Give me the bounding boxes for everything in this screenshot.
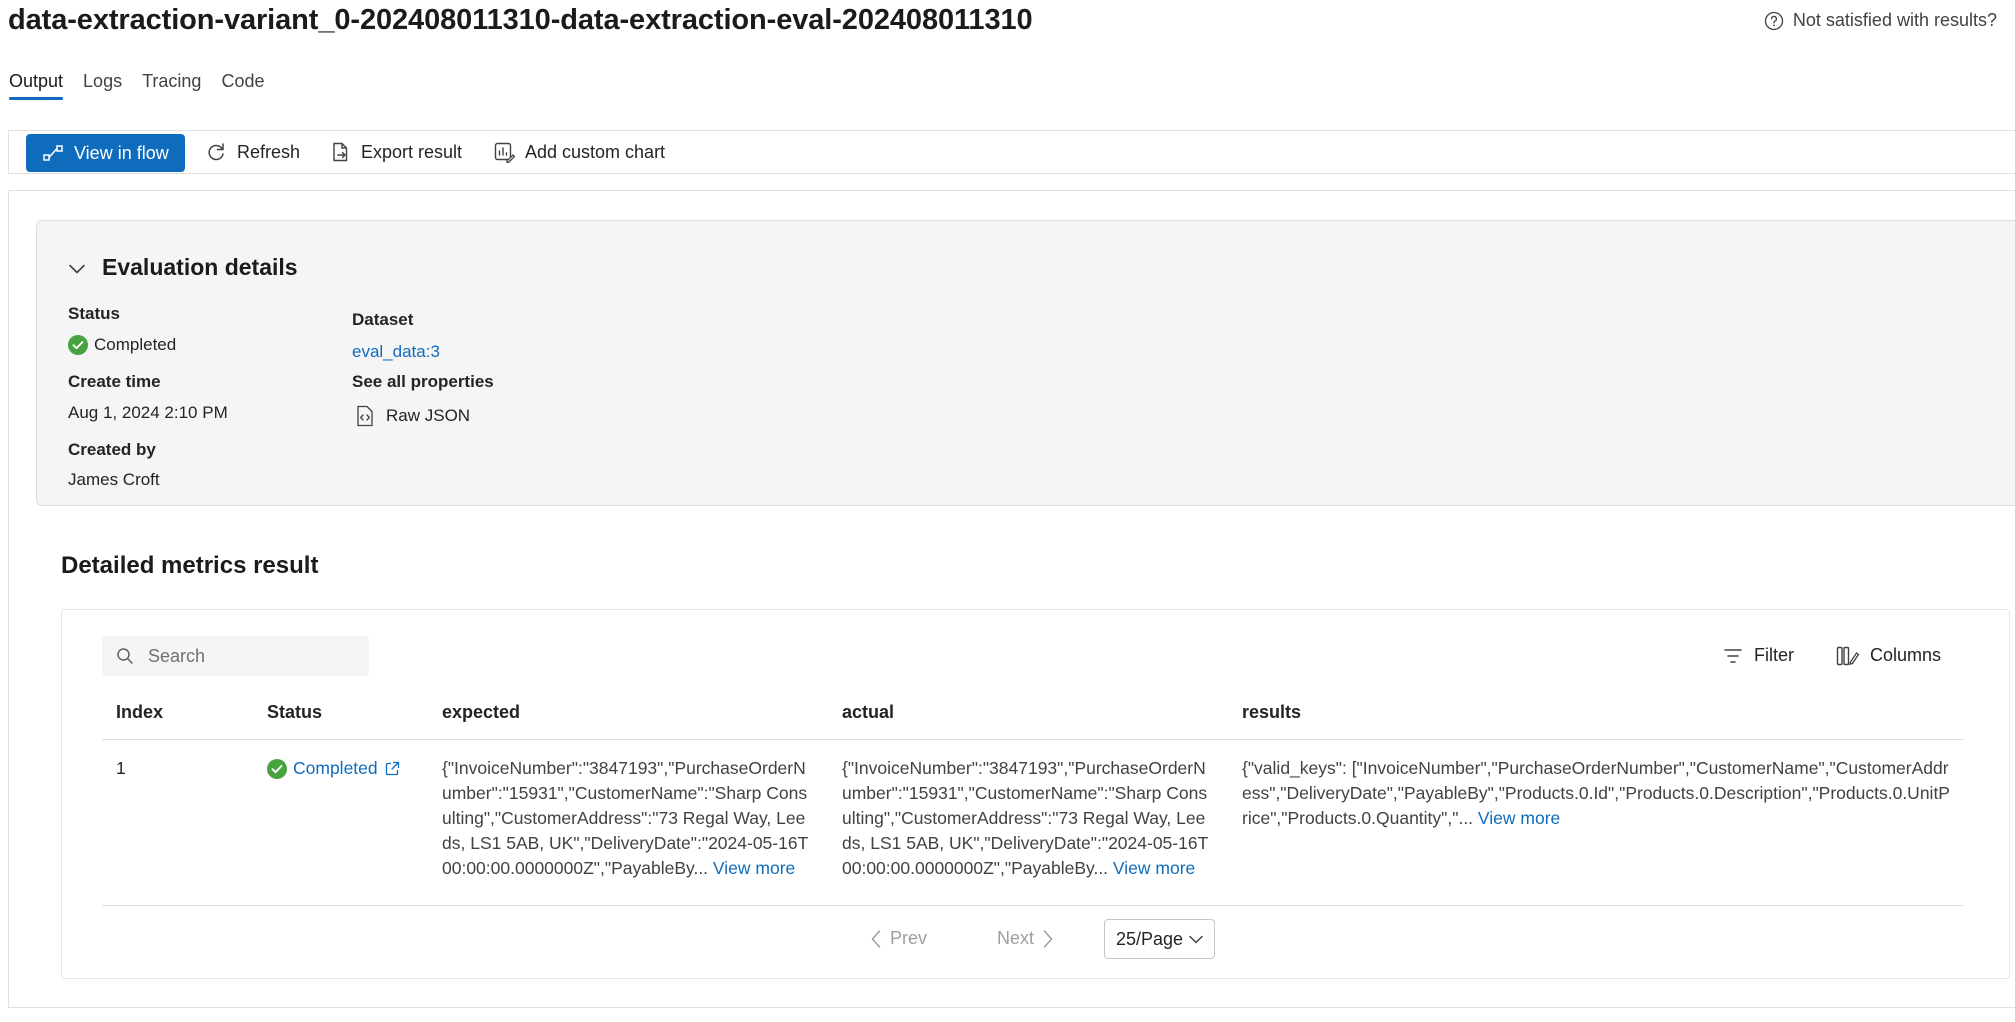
- see-all-properties-label: See all properties: [352, 372, 494, 391]
- next-label: Next: [997, 928, 1035, 948]
- tab-bar: Output Logs Tracing Code: [9, 71, 264, 100]
- column-header-index[interactable]: Index: [116, 702, 163, 723]
- columns-button[interactable]: Columns: [1836, 645, 1941, 666]
- search-icon: [116, 647, 134, 665]
- status-text: Completed: [94, 335, 177, 354]
- chevron-right-icon: [1042, 929, 1054, 949]
- metrics-title: Detailed metrics result: [61, 552, 319, 579]
- toolbar: View in flow Refresh Export result Add c…: [8, 130, 2015, 174]
- search-input[interactable]: Search: [102, 636, 369, 676]
- page-size-select[interactable]: 25/Page: [1104, 919, 1215, 959]
- row-results: {"valid_keys": ["InvoiceNumber","Purchas…: [1242, 756, 1954, 831]
- filter-icon: [1724, 648, 1742, 664]
- filter-button[interactable]: Filter: [1724, 645, 1794, 666]
- columns-edit-icon: [1836, 646, 1860, 666]
- prev-page-button[interactable]: Prev: [870, 928, 927, 949]
- check-circle-icon: [68, 335, 88, 355]
- row-divider: [102, 905, 1964, 906]
- refresh-label: Refresh: [237, 141, 301, 162]
- filter-label: Filter: [1754, 645, 1794, 665]
- view-more-link[interactable]: View more: [713, 858, 795, 878]
- view-more-link[interactable]: View more: [1113, 858, 1195, 878]
- view-in-flow-label: View in flow: [74, 142, 169, 163]
- page-size-value: 25/Page: [1116, 928, 1184, 949]
- create-time-value: Aug 1, 2024 2:10 PM: [68, 403, 228, 422]
- tab-code[interactable]: Code: [221, 71, 264, 100]
- question-circle-icon: [1764, 11, 1784, 31]
- row-expected: {"InvoiceNumber":"3847193","PurchaseOrde…: [442, 756, 814, 881]
- view-in-flow-button[interactable]: View in flow: [26, 134, 185, 172]
- chart-edit-icon: [493, 141, 515, 163]
- tab-output[interactable]: Output: [9, 71, 64, 100]
- row-actual: {"InvoiceNumber":"3847193","PurchaseOrde…: [842, 756, 1214, 881]
- search-placeholder: Search: [148, 645, 206, 666]
- export-document-icon: [329, 141, 351, 163]
- created-by-label: Created by: [68, 440, 156, 459]
- create-time-label: Create time: [68, 372, 161, 391]
- prev-label: Prev: [890, 928, 928, 948]
- flow-icon: [42, 142, 64, 164]
- raw-json-label: Raw JSON: [386, 406, 471, 425]
- raw-json-link[interactable]: Raw JSON: [356, 405, 470, 427]
- view-more-link[interactable]: View more: [1478, 808, 1560, 828]
- feedback-link[interactable]: Not satisfied with results?: [1764, 10, 1997, 31]
- chevron-down-icon: [1188, 933, 1204, 945]
- add-custom-chart-label: Add custom chart: [525, 141, 666, 162]
- evaluation-details-title[interactable]: Evaluation details: [102, 254, 298, 281]
- refresh-icon: [205, 141, 227, 163]
- column-header-expected[interactable]: expected: [442, 702, 520, 723]
- add-custom-chart-button[interactable]: Add custom chart: [493, 133, 665, 171]
- column-header-status[interactable]: Status: [267, 702, 322, 723]
- row-results-text: {"valid_keys": ["InvoiceNumber","Purchas…: [1242, 758, 1950, 828]
- open-external-icon[interactable]: [384, 761, 400, 777]
- chevron-down-icon[interactable]: [68, 262, 86, 276]
- evaluation-details-card: [36, 220, 2015, 506]
- next-page-button[interactable]: Next: [997, 928, 1054, 949]
- columns-label: Columns: [1870, 645, 1942, 665]
- chevron-left-icon: [870, 929, 882, 949]
- row-status[interactable]: Completed: [267, 756, 400, 781]
- row-status-link[interactable]: Completed: [293, 756, 378, 781]
- feedback-label: Not satisfied with results?: [1792, 10, 1997, 30]
- column-header-actual[interactable]: actual: [842, 702, 894, 723]
- dataset-link[interactable]: eval_data:3: [352, 342, 440, 362]
- created-by-value: James Croft: [68, 470, 160, 489]
- dataset-label: Dataset: [352, 310, 414, 329]
- code-file-icon: [356, 405, 374, 427]
- refresh-button[interactable]: Refresh: [205, 133, 300, 171]
- export-result-label: Export result: [361, 141, 463, 162]
- export-result-button[interactable]: Export result: [329, 133, 462, 171]
- row-index: 1: [116, 758, 126, 778]
- tab-tracing[interactable]: Tracing: [142, 71, 201, 100]
- tab-logs[interactable]: Logs: [83, 71, 122, 100]
- status-value: Completed: [68, 335, 176, 355]
- column-header-results[interactable]: results: [1242, 702, 1301, 723]
- status-label: Status: [68, 304, 120, 323]
- page-title: data-extraction-variant_0-202408011310-d…: [8, 4, 1033, 36]
- check-circle-icon: [267, 758, 287, 779]
